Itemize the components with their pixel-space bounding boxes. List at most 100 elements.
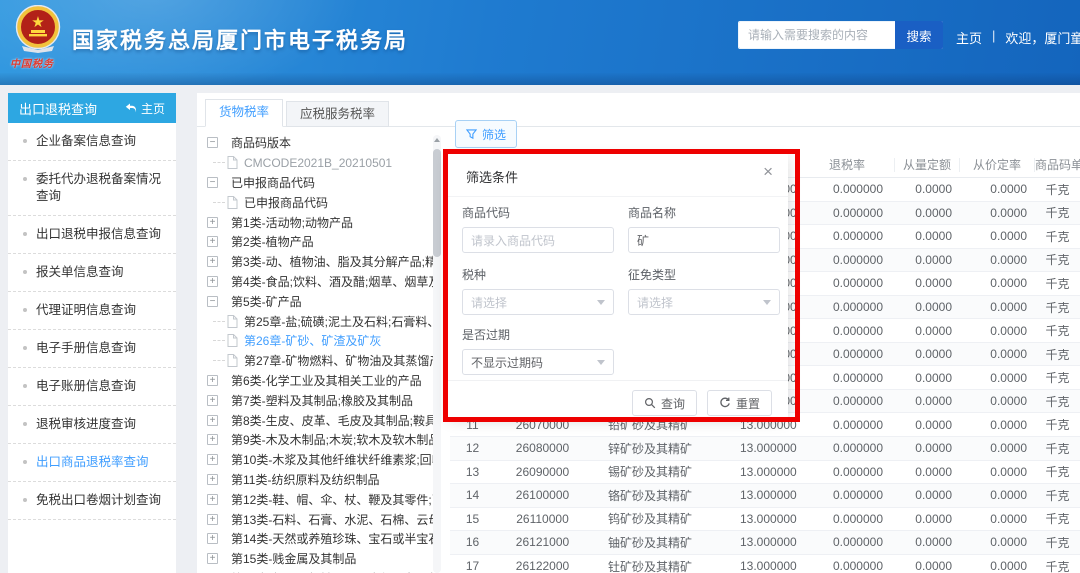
- table-cell: 26080000: [495, 441, 590, 455]
- tree-item[interactable]: +第13类-石料、石膏、水泥、石棉、云母及类似材: [207, 509, 433, 529]
- reset-button[interactable]: 重置: [707, 390, 772, 416]
- tree-item[interactable]: +第1类-活动物;动物产品: [207, 212, 433, 232]
- bullet-icon: [23, 498, 27, 502]
- tree-expand-icon[interactable]: +: [207, 494, 218, 505]
- tree-item[interactable]: +第7类-塑料及其制品;橡胶及其制品: [207, 390, 433, 410]
- tree-item-label: 第2类-植物产品: [231, 233, 314, 250]
- table-cell: 13.000000: [740, 418, 800, 432]
- tree-item-label: 已申报商品代码: [231, 174, 315, 191]
- tax-type-select[interactable]: 请选择: [462, 289, 614, 315]
- tree-item[interactable]: −第5类-矿产品: [207, 291, 433, 311]
- table-cell: 0.0000: [895, 206, 960, 220]
- filter-button[interactable]: 筛选: [455, 120, 517, 148]
- tree-expand-icon[interactable]: +: [207, 514, 218, 525]
- tree-connector: [213, 202, 225, 203]
- commodity-tree: −商品码版本CMCODE2021B_20210501 − 已申报商品代码已申报商品代…: [207, 133, 433, 573]
- table-cell: 0.000000: [800, 206, 895, 220]
- sidebar-item[interactable]: 代理证明信息查询: [8, 292, 176, 330]
- tab[interactable]: 应税服务税率: [286, 101, 389, 127]
- sidebar-item[interactable]: 电子账册信息查询: [8, 368, 176, 406]
- commodity-code-input[interactable]: 请录入商品代码: [462, 227, 614, 253]
- tree-item-label: 第9类-木及木制品;木炭;软木及软木制品;稻草、: [231, 431, 433, 448]
- sidebar-item[interactable]: 企业备案信息查询: [8, 123, 176, 161]
- sidebar-item[interactable]: 出口商品退税率查询: [8, 444, 176, 482]
- tree-expand-icon[interactable]: +: [207, 236, 218, 247]
- expired-select[interactable]: 不显示过期码: [462, 349, 614, 375]
- table-cell: 0.000000: [800, 488, 895, 502]
- table-cell: 15: [450, 512, 495, 526]
- table-cell: 0.0000: [895, 394, 960, 408]
- tree-expand-icon[interactable]: +: [207, 276, 218, 287]
- table-row[interactable]: 1726122000钍矿砂及其精矿13.0000000.0000000.0000…: [450, 555, 1080, 573]
- query-button[interactable]: 查询: [632, 390, 697, 416]
- tree-item[interactable]: − 已申报商品代码: [207, 173, 433, 193]
- tree-expand-icon[interactable]: +: [207, 553, 218, 564]
- tree-item[interactable]: +第4类-食品;饮料、酒及醋;烟草、烟草及烟草代: [207, 272, 433, 292]
- tree-item[interactable]: +第10类-木浆及其他纤维状纤维素浆;回收（废碎: [207, 450, 433, 470]
- table-cell: 0.0000: [960, 206, 1035, 220]
- tree-item[interactable]: +第8类-生皮、皮革、毛皮及其制品;鞍具及挽具;: [207, 410, 433, 430]
- tree-item[interactable]: +第15类-贱金属及其制品: [207, 549, 433, 569]
- filter-button-label: 筛选: [482, 126, 506, 143]
- tree-item[interactable]: 第25章-盐;硫磺;泥土及石料;石膏料、石灰: [207, 311, 433, 331]
- table-cell: 千克: [1035, 534, 1080, 551]
- tree-expand-icon[interactable]: +: [207, 256, 218, 267]
- sidebar-item[interactable]: 委托代办退税备案情况查询: [8, 161, 176, 216]
- tree-item[interactable]: +第12类-鞋、帽、伞、杖、鞭及其零件;已加工的: [207, 489, 433, 509]
- table-row[interactable]: 1426100000铬矿砂及其精矿13.0000000.0000000.0000…: [450, 484, 1080, 508]
- tree-item[interactable]: + 第2类-植物产品: [207, 232, 433, 252]
- tree-expand-icon[interactable]: +: [207, 434, 218, 445]
- sidebar-item[interactable]: 出口退税申报信息查询: [8, 216, 176, 254]
- tree-expand-icon[interactable]: +: [207, 415, 218, 426]
- tree-item[interactable]: 第26章-矿砂、矿渣及矿灰: [207, 331, 433, 351]
- tree-item[interactable]: +第3类-动、植物油、脂及其分解产品;精制的食用: [207, 252, 433, 272]
- scrollbar-thumb[interactable]: [433, 149, 441, 257]
- sidebar-item[interactable]: 免税出口卷烟计划查询: [8, 482, 176, 520]
- tree-collapse-icon[interactable]: −: [207, 177, 218, 188]
- tree-item[interactable]: + 第6类-化学工业及其相关工业的产品: [207, 371, 433, 391]
- back-arrow-icon: [125, 103, 137, 113]
- tree-scrollbar[interactable]: [433, 135, 441, 573]
- tree-expand-icon[interactable]: +: [207, 395, 218, 406]
- tree-item[interactable]: −商品码版本: [207, 133, 433, 153]
- app-header: ★ 中国税务 国家税务总局厦门市电子税务局 搜索 主页 | 欢迎，厦门童: [0, 0, 1080, 85]
- tree-item[interactable]: CMCODE2021B_20210501: [207, 153, 433, 173]
- tree-collapse-icon[interactable]: −: [207, 137, 218, 148]
- home-link[interactable]: 主页: [956, 28, 982, 47]
- tree-item[interactable]: +第16类-机器、机械器具、电气设备及其零件;录: [207, 569, 433, 573]
- sidebar-item[interactable]: 退税审核进度查询: [8, 406, 176, 444]
- tree-expand-icon[interactable]: +: [207, 474, 218, 485]
- tree-expand-icon[interactable]: +: [207, 454, 218, 465]
- table-cell: 0.0000: [895, 347, 960, 361]
- tree-item-label: 第6类-化学工业及其相关工业的产品: [231, 372, 422, 389]
- table-cell: 26122000: [495, 559, 590, 573]
- tree-item[interactable]: 已申报商品代码: [207, 192, 433, 212]
- tree-item[interactable]: 第27章-矿物燃料、矿物油及其蒸馏产品;沥: [207, 351, 433, 371]
- table-row[interactable]: 1326090000锡矿砂及其精矿13.0000000.0000000.0000…: [450, 461, 1080, 485]
- doc-icon: [227, 196, 238, 209]
- sidebar-item[interactable]: 电子手册信息查询: [8, 330, 176, 368]
- search-button[interactable]: 搜索: [895, 21, 943, 49]
- table-row[interactable]: 1526110000钨矿砂及其精矿13.0000000.0000000.0000…: [450, 508, 1080, 532]
- table-row[interactable]: 1226080000锌矿砂及其精矿13.0000000.0000000.0000…: [450, 437, 1080, 461]
- search-input[interactable]: [739, 22, 895, 48]
- exempt-type-placeholder: 请选择: [637, 294, 673, 311]
- tree-expand-icon[interactable]: +: [207, 375, 218, 386]
- table-cell: 0.0000: [960, 441, 1035, 455]
- tree-item[interactable]: +第14类-天然或养殖珍珠、宝石或半宝石、贵金属: [207, 529, 433, 549]
- column-header: 从量定额: [895, 158, 960, 172]
- close-icon[interactable]: ×: [763, 163, 773, 180]
- tree-expand-icon[interactable]: +: [207, 217, 218, 228]
- scroll-up-icon[interactable]: [434, 138, 440, 142]
- tree-item[interactable]: +第11类-纺织原料及纺织制品: [207, 470, 433, 490]
- table-row[interactable]: 1626121000铀矿砂及其精矿13.0000000.0000000.0000…: [450, 531, 1080, 555]
- tree-expand-icon[interactable]: +: [207, 533, 218, 544]
- tab[interactable]: 货物税率: [205, 99, 283, 127]
- tree-item[interactable]: + 第9类-木及木制品;木炭;软木及软木制品;稻草、: [207, 430, 433, 450]
- exempt-type-select[interactable]: 请选择: [628, 289, 780, 315]
- sidebar-item[interactable]: 报关单信息查询: [8, 254, 176, 292]
- table-cell: 0.000000: [800, 253, 895, 267]
- commodity-name-input[interactable]: 矿: [628, 227, 780, 253]
- tree-collapse-icon[interactable]: −: [207, 296, 218, 307]
- sidebar-home-button[interactable]: 主页: [125, 100, 165, 117]
